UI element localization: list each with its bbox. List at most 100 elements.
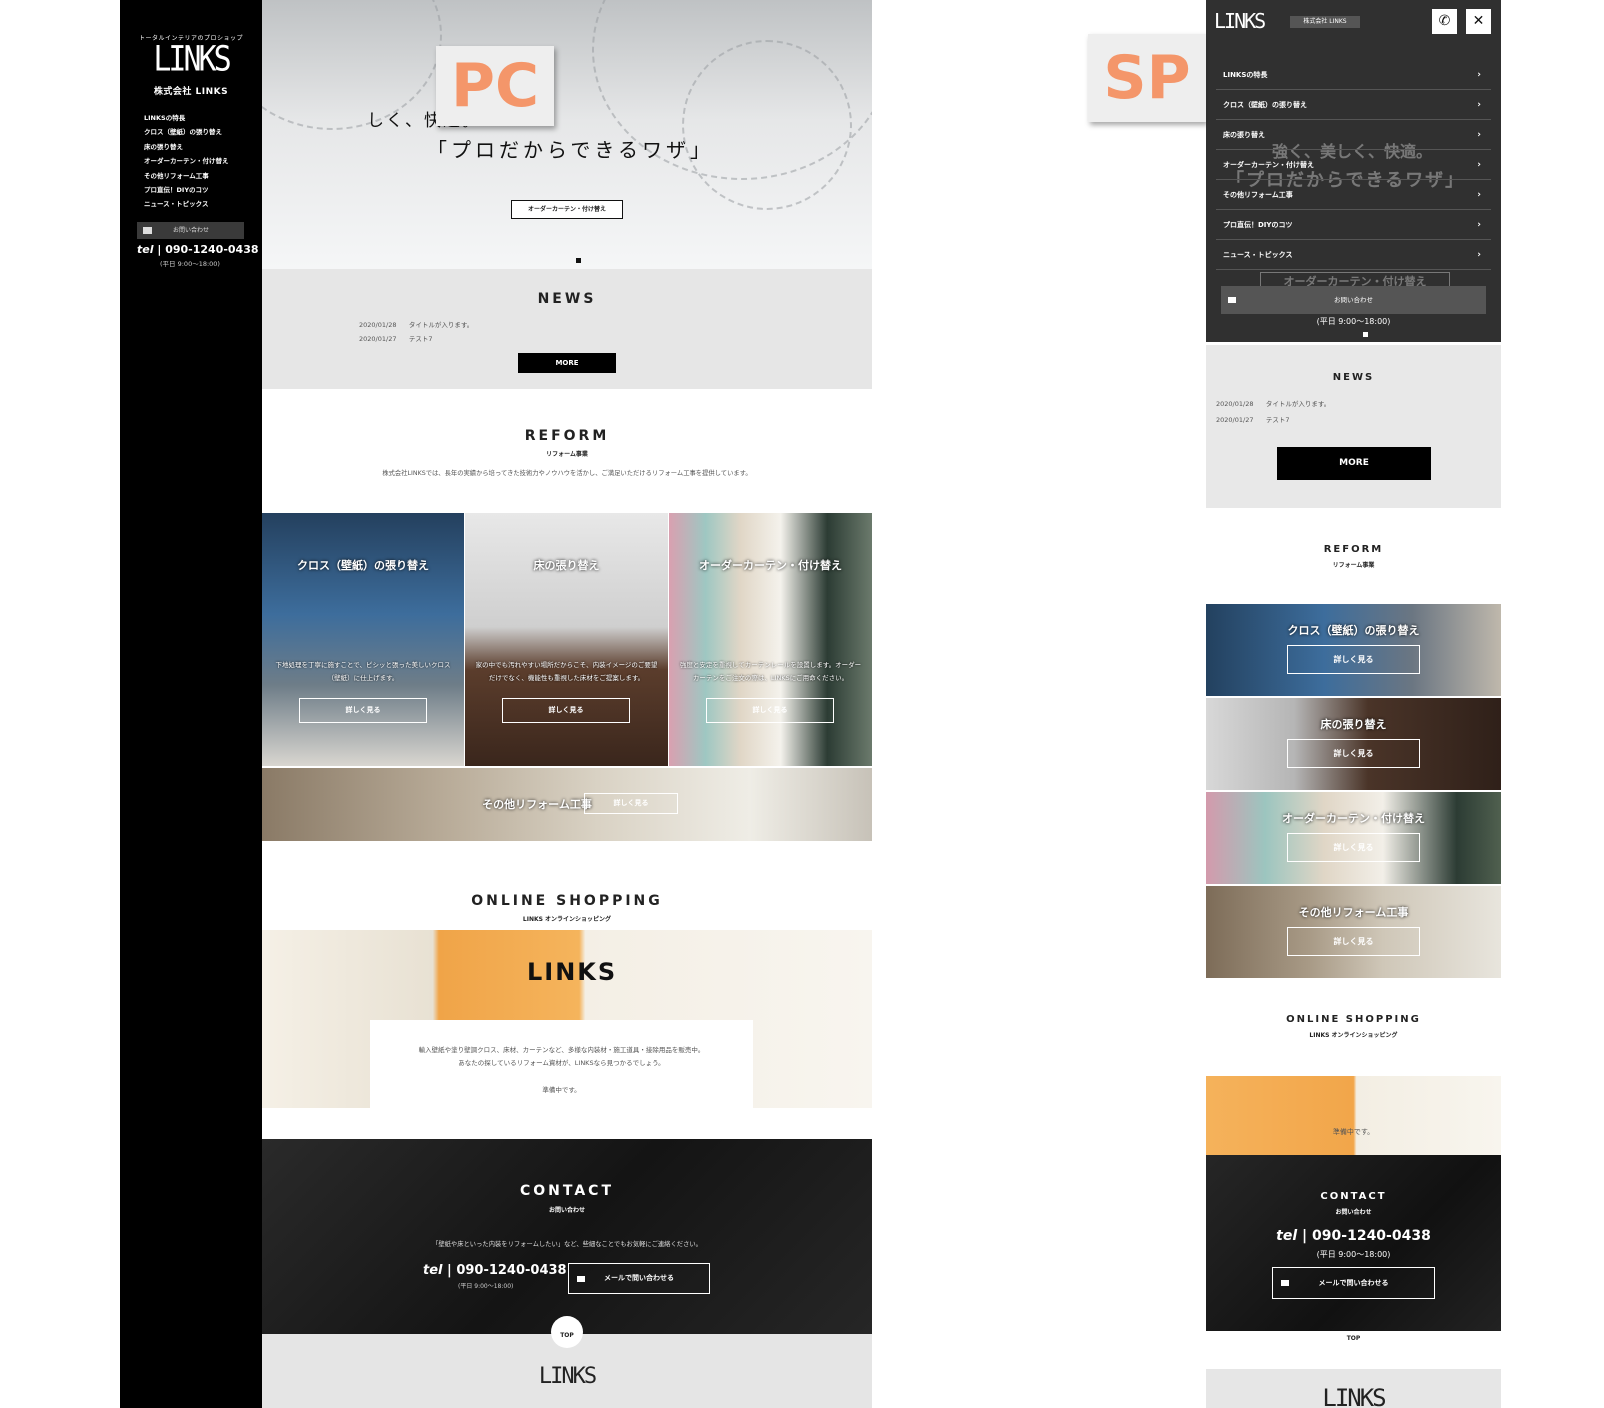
news-heading: NEWS — [537, 291, 597, 307]
sp-menu-item[interactable]: クロス（壁紙）の張り替え › — [1216, 90, 1491, 120]
sp-reform-card-floor[interactable]: 床の張り替え 詳しく見る — [1206, 698, 1501, 790]
news-date: 2020/01/28 — [359, 321, 397, 329]
company-name: 株式会社 LINKS — [153, 87, 229, 97]
reform-subheading: リフォーム事業 — [546, 451, 588, 458]
sp-menu-item[interactable]: その他リフォーム工事 › — [1216, 180, 1491, 210]
card-detail-button[interactable]: 詳しく見る — [299, 698, 427, 723]
reform-card-floor[interactable]: 床の張り替え 家の中でも汚れやすい場所だからこそ、内装イメージのご要望だけでなく… — [465, 513, 668, 766]
nav-item-features[interactable]: LINKSの特長 — [144, 111, 229, 125]
mail-icon — [143, 227, 152, 234]
footer: TOP LINKS — [262, 1316, 872, 1408]
news-item[interactable]: 2020/01/28 タイトルが入ります。 — [359, 319, 473, 329]
brand-logo[interactable]: LINKS — [120, 39, 262, 79]
sp-shop-heading: ONLINE SHOPPING — [1286, 1014, 1421, 1025]
phone-icon[interactable]: ✆ — [1432, 9, 1457, 34]
news-title: タイトルが入ります。 — [408, 321, 474, 329]
news-item[interactable]: 2020/01/27 テスト7 — [359, 333, 433, 343]
tel-prefix: tel — [1276, 1228, 1298, 1244]
nav-item-other[interactable]: その他リフォーム工事 — [144, 169, 229, 183]
shop-text: あなたの探しているリフォーム資材が、LINKSなら見つかるでしょう。 — [458, 1059, 665, 1067]
reform-card-other[interactable]: その他リフォーム工事 詳しく見る — [262, 768, 872, 841]
contact-button[interactable]: お問い合わせ — [137, 222, 244, 239]
chevron-right-icon: › — [1477, 220, 1481, 230]
sp-news-item[interactable]: 2020/01/27 テスト7 — [1216, 414, 1290, 424]
contact-phone[interactable]: tel | 090-1240-0438 — [423, 1263, 567, 1278]
hero-curtain-button[interactable]: オーダーカーテン・付け替え — [511, 200, 623, 219]
sp-menu-item[interactable]: 床の張り替え › — [1216, 120, 1491, 150]
card-title: 床の張り替え — [533, 559, 600, 572]
sp-back-to-top[interactable]: TOP — [1206, 1335, 1501, 1342]
sp-menu-item[interactable]: LINKSの特長 › — [1216, 60, 1491, 90]
chevron-right-icon: › — [1477, 130, 1481, 140]
nav-item-curtain[interactable]: オーダーカーテン・付け替え — [144, 154, 229, 168]
contact-button-label: お問い合わせ — [173, 227, 210, 234]
shop-subheading: LINKS オンラインショッピング — [522, 916, 612, 923]
sp-shop-banner[interactable]: 準備中です。 — [1206, 1076, 1501, 1155]
tel-prefix: tel — [137, 243, 154, 256]
shop-heading: ONLINE SHOPPING — [471, 893, 663, 909]
card-title: 床の張り替え — [1320, 718, 1387, 731]
sp-reform-card-other[interactable]: その他リフォーム工事 詳しく見る — [1206, 886, 1501, 978]
card-detail-button[interactable]: 詳しく見る — [706, 698, 834, 723]
contact-section: CONTACT お問い合わせ 「壁紙や床といった内装をリフォームしたい」など、些… — [262, 1139, 872, 1334]
nav-item-floor[interactable]: 床の張り替え — [144, 140, 229, 154]
reform-lead: 株式会社LINKSでは、長年の実績から培ってきた技術力やノウハウを活かし、ご満足… — [382, 470, 752, 477]
sp-contact-button[interactable]: お問い合わせ — [1221, 286, 1486, 314]
sp-news-more-button[interactable]: MORE — [1277, 447, 1431, 480]
card-title: クロス（壁紙）の張り替え — [297, 559, 429, 572]
sp-news-section: NEWS 2020/01/28 タイトルが入ります。 2020/01/27 テス… — [1206, 345, 1501, 508]
contact-subheading: お問い合わせ — [548, 1207, 585, 1214]
card-desc: 家の中でも汚れやすい場所だからこそ、内装イメージのご要望だけでなく、機能性も重視… — [475, 661, 658, 682]
nav-item-diy[interactable]: プロ直伝！DIYのコツ — [144, 183, 229, 197]
footer-logo[interactable]: LINKS — [262, 1364, 872, 1389]
contact-heading: CONTACT — [519, 1183, 614, 1199]
tel-number: 090-1240-0438 — [1312, 1228, 1431, 1244]
sp-reform-card-cross[interactable]: クロス（壁紙）の張り替え 詳しく見る — [1206, 604, 1501, 696]
mail-icon — [1228, 297, 1236, 303]
nav-item-cross[interactable]: クロス（壁紙）の張り替え — [144, 125, 229, 139]
card-detail-button[interactable]: 詳しく見る — [1287, 645, 1420, 674]
sp-menu-item[interactable]: ニュース・トピックス › — [1216, 240, 1491, 270]
phone-number[interactable]: tel | 090-1240-0438 — [137, 243, 259, 256]
tel-number: 090-1240-0438 — [456, 1263, 567, 1278]
news-more-button[interactable]: MORE — [518, 353, 616, 373]
card-detail-button[interactable]: 詳しく見る — [1287, 927, 1420, 956]
sp-footer: LINKS — [1206, 1369, 1501, 1408]
sp-contact-label: お問い合わせ — [1334, 296, 1373, 304]
pc-sidebar: トータルインテリアのプロショップ LINKS 株式会社 LINKS LINKSの… — [120, 0, 262, 1408]
sp-logo[interactable]: LINKS — [1214, 9, 1266, 33]
close-icon[interactable]: ✕ — [1466, 9, 1491, 34]
card-title: その他リフォーム工事 — [482, 798, 592, 811]
sp-contact-phone[interactable]: tel | 090-1240-0438 — [1206, 1228, 1501, 1244]
card-desc: 強度と安定を重視してカーテンレールを設置します。オーダーカーテンをご注文の際は、… — [679, 661, 862, 682]
shop-banner[interactable]: LINKS 輸入壁紙や塗り壁調クロス、床材、カーテンなど、多様な内装材・施工道具… — [262, 930, 872, 1108]
sp-menu-overlay: LINKS 株式会社 LINKS ✆ ✕ 強く、美しく、快適。 「プロだからでき… — [1206, 0, 1501, 342]
card-detail-button[interactable]: 詳しく見る — [1287, 739, 1420, 768]
contact-hours: (平日 9:00〜18:00) — [458, 1283, 514, 1290]
card-detail-button[interactable]: 詳しく見る — [584, 793, 678, 814]
sp-menu-item[interactable]: オーダーカーテン・付け替え › — [1216, 150, 1491, 180]
sp-mail-contact-button[interactable]: メールで問い合わせる — [1272, 1267, 1435, 1299]
mail-contact-button[interactable]: メールで問い合わせる — [568, 1263, 710, 1294]
sp-contact-hours: (平日 9:00〜18:00) — [1316, 1250, 1391, 1259]
business-hours: (平日 9:00〜18:00) — [160, 260, 220, 268]
nav-item-news[interactable]: ニュース・トピックス — [144, 197, 229, 211]
slider-dot[interactable] — [1363, 332, 1368, 337]
reform-card-cross[interactable]: クロス（壁紙）の張り替え 下地処理を丁寧に施すことで、ピシッと張った美しいクロス… — [262, 513, 464, 766]
sidebar-nav: LINKSの特長 クロス（壁紙）の張り替え 床の張り替え オーダーカーテン・付け… — [144, 111, 229, 212]
sp-menu-item[interactable]: プロ直伝！DIYのコツ › — [1216, 210, 1491, 240]
back-to-top-button[interactable]: TOP — [551, 1316, 583, 1348]
sp-news-item[interactable]: 2020/01/28 タイトルが入ります。 — [1216, 398, 1330, 408]
tel-prefix: tel — [423, 1263, 443, 1278]
sp-footer-logo[interactable]: LINKS — [1206, 1384, 1501, 1408]
card-title: クロス（壁紙）の張り替え — [1287, 624, 1420, 637]
sp-news-heading: NEWS — [1332, 372, 1375, 383]
card-detail-button[interactable]: 詳しく見る — [1287, 833, 1420, 862]
chevron-right-icon: › — [1477, 70, 1481, 80]
reform-card-curtain[interactable]: オーダーカーテン・付け替え 強度と安定を重視してカーテンレールを設置します。オー… — [669, 513, 872, 766]
sp-reform-card-curtain[interactable]: オーダーカーテン・付け替え 詳しく見る — [1206, 792, 1501, 884]
shop-status: 準備中です。 — [542, 1086, 581, 1094]
mail-icon — [577, 1275, 585, 1282]
card-detail-button[interactable]: 詳しく見る — [502, 698, 630, 723]
slider-dot[interactable] — [576, 258, 581, 263]
